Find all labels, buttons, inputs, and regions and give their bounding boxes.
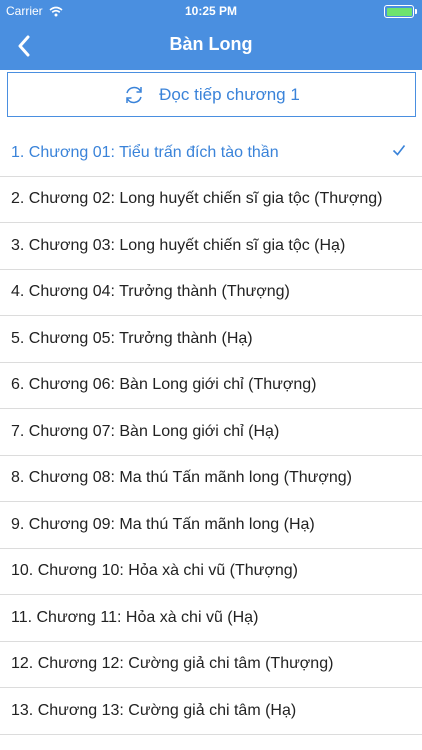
chapter-row[interactable]: 13. Chương 13: Cường giả chi tâm (Hạ) [0, 688, 422, 735]
chapter-label: 7. Chương 07: Bàn Long giới chỉ (Hạ) [11, 422, 280, 440]
checkmark-icon [392, 145, 406, 156]
chapter-label: 12. Chương 12: Cường giả chi tâm (Thượng… [11, 655, 334, 673]
battery-cap [414, 9, 417, 14]
chapter-row[interactable]: 3. Chương 03: Long huyết chiến sĩ gia tộ… [0, 223, 422, 270]
chapter-row[interactable]: 5. Chương 05: Trưởng thành (Hạ) [0, 316, 422, 363]
status-bar: Carrier 10:25 PM [0, 0, 422, 22]
battery-icon [384, 5, 417, 18]
chapter-row[interactable]: 10. Chương 10: Hỏa xà chi vũ (Thượng) [0, 549, 422, 595]
navigation-bar: Bàn Long [0, 22, 422, 70]
chapter-row[interactable]: 6. Chương 06: Bàn Long giới chỉ (Thượng) [0, 363, 422, 409]
status-time: 10:25 PM [184, 4, 238, 18]
chapter-row[interactable]: 2. Chương 02: Long huyết chiến sĩ gia tộ… [0, 177, 422, 223]
chapter-label: 9. Chương 09: Ma thú Tấn mãnh long (Hạ) [11, 515, 315, 533]
chapter-row[interactable]: 1. Chương 01: Tiểu trấn đích tào thần [0, 130, 422, 177]
chapter-row[interactable]: 4. Chương 04: Trưởng thành (Thượng) [0, 270, 422, 316]
chapter-row[interactable]: 12. Chương 12: Cường giả chi tâm (Thượng… [0, 642, 422, 688]
chapter-row[interactable]: 9. Chương 09: Ma thú Tấn mãnh long (Hạ) [0, 502, 422, 549]
chapter-label: 3. Chương 03: Long huyết chiến sĩ gia tộ… [11, 236, 346, 254]
chapter-label: 13. Chương 13: Cường giả chi tâm (Hạ) [11, 701, 297, 719]
chapter-row[interactable]: 7. Chương 07: Bàn Long giới chỉ (Hạ) [0, 409, 422, 456]
chapter-row[interactable]: 11. Chương 11: Hỏa xà chi vũ (Hạ) [0, 595, 422, 642]
chapter-label: 6. Chương 06: Bàn Long giới chỉ (Thượng) [11, 376, 317, 394]
chapter-label: 1. Chương 01: Tiểu trấn đích tào thần [11, 143, 279, 161]
chapter-label: 2. Chương 02: Long huyết chiến sĩ gia tộ… [11, 190, 383, 208]
page-title: Bàn Long [169, 34, 253, 54]
battery-level [386, 7, 412, 16]
continue-reading-button[interactable]: Đọc tiếp chương 1 [7, 72, 416, 117]
app-header: Carrier 10:25 PM Bàn Long [0, 0, 422, 70]
chapter-label: 10. Chương 10: Hỏa xà chi vũ (Thượng) [11, 562, 298, 580]
continue-reading-label: Đọc tiếp chương 1 [159, 84, 300, 104]
chapter-label: 5. Chương 05: Trưởng thành (Hạ) [11, 329, 253, 347]
chapter-list: 1. Chương 01: Tiểu trấn đích tào thần 2. … [0, 130, 422, 735]
chapter-row[interactable]: 8. Chương 08: Ma thú Tấn mãnh long (Thượ… [0, 456, 422, 502]
chapter-label: 8. Chương 08: Ma thú Tấn mãnh long (Thượ… [11, 469, 352, 487]
chapter-label: 4. Chương 04: Trưởng thành (Thượng) [11, 283, 290, 301]
chapter-label: 11. Chương 11: Hỏa xà chi vũ (Hạ) [11, 608, 259, 626]
refresh-icon [126, 86, 142, 103]
